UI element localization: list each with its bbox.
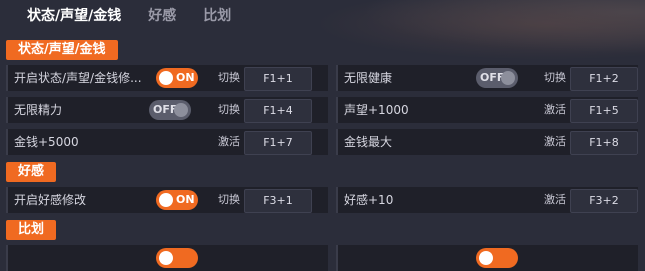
toggle-knob [501,71,515,85]
action-label: 切换 [544,71,566,84]
option-label: 声望+1000 [344,103,409,117]
toggle-knob [174,103,188,117]
hotkey-button[interactable]: F3+1 [244,189,312,213]
top-tab-bar: 状态/声望/金钱 好感 比划 [0,0,645,30]
toggle-partial-right[interactable] [476,248,518,268]
action-label: 激活 [218,135,240,148]
hotkey-button[interactable]: F1+8 [570,131,638,155]
option-row-status-mod: 开启状态/声望/金钱修... ON 切换 F1+1 [6,65,328,91]
toggle-knob [159,251,173,265]
section-header-spar: 比划 [6,220,57,240]
action-label: 切换 [218,71,240,84]
toggle-status-mod[interactable]: ON [156,68,198,88]
hotkey-button[interactable]: F1+4 [244,99,312,123]
action-label: 激活 [544,193,566,206]
toggle-knob [159,193,173,207]
toggle-state: ON [176,71,195,84]
hotkey-button[interactable]: F1+7 [244,131,312,155]
option-row-infinite-health: 无限健康 OFF 切换 F1+2 [336,65,638,91]
option-row-money: 金钱+5000 激活 F1+7 [6,129,328,155]
option-label: 无限精力 [14,103,63,117]
option-label: 开启好感修改 [14,193,87,207]
option-row-money-max: 金钱最大 激活 F1+8 [336,129,638,155]
action-label: 切换 [218,103,240,116]
hotkey-button[interactable]: F1+5 [570,99,638,123]
toggle-state: ON [176,193,195,206]
tab-favor[interactable]: 好感 [148,5,176,25]
toggle-knob [159,71,173,85]
hotkey-button[interactable]: F1+1 [244,67,312,91]
option-label: 金钱最大 [344,135,393,149]
tab-status[interactable]: 状态/声望/金钱 [27,5,121,25]
option-label: 金钱+5000 [14,135,79,149]
hotkey-button[interactable]: F1+2 [570,67,638,91]
hotkey-button[interactable]: F3+2 [570,189,638,213]
section-header-status: 状态/声望/金钱 [6,40,118,60]
option-label: 开启状态/声望/金钱修... [14,71,142,85]
toggle-infinite-health[interactable]: OFF [476,68,518,88]
toggle-partial-left[interactable] [156,248,198,268]
action-label: 激活 [544,135,566,148]
action-label: 切换 [218,193,240,206]
option-row-favor-mod: 开启好感修改 ON 切换 F3+1 [6,187,328,213]
tab-spar[interactable]: 比划 [203,5,231,25]
toggle-knob [479,251,493,265]
option-row-reputation: 声望+1000 激活 F1+5 [336,97,638,123]
option-row-partial-right [336,245,638,271]
toggle-infinite-energy[interactable]: OFF [149,100,191,120]
action-label: 激活 [544,103,566,116]
option-row-favor-add: 好感+10 激活 F3+2 [336,187,638,213]
option-label: 好感+10 [344,193,394,207]
option-row-partial-left [6,245,328,271]
option-row-infinite-energy: 无限精力 OFF 切换 F1+4 [6,97,328,123]
option-label: 无限健康 [344,71,393,85]
toggle-favor-mod[interactable]: ON [156,190,198,210]
section-header-favor: 好感 [6,162,57,182]
